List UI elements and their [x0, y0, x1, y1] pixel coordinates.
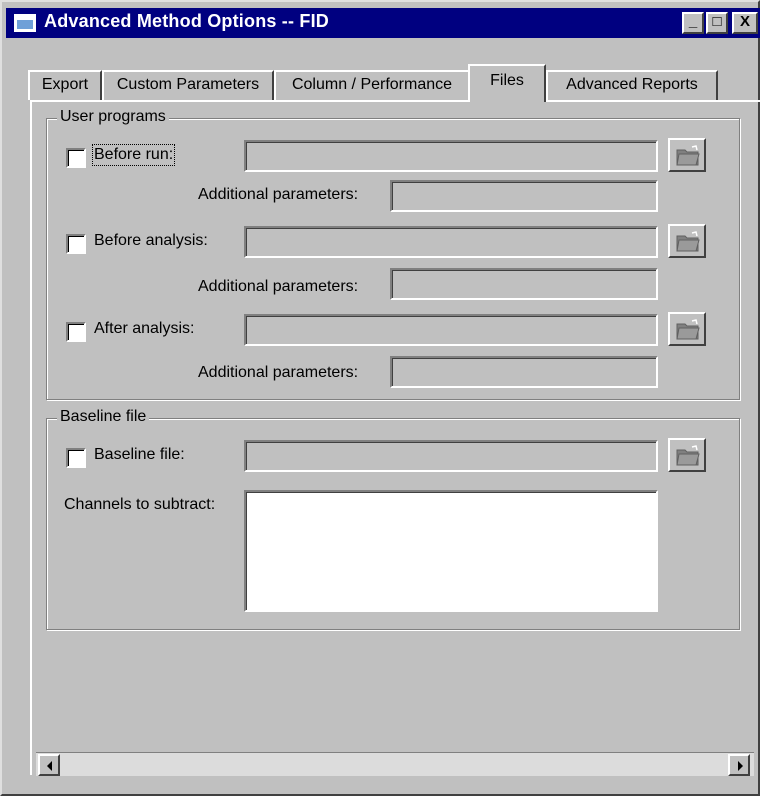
tab-label: Advanced Reports: [566, 76, 698, 93]
scroll-right-button[interactable]: [728, 754, 750, 776]
after-analysis-browse-button[interactable]: [668, 312, 706, 346]
minimize-icon: _: [688, 13, 698, 30]
baseline-file-path-field[interactable]: [244, 440, 658, 472]
baseline-file-label[interactable]: Baseline file:: [94, 446, 185, 464]
tab-label: Custom Parameters: [116, 76, 260, 93]
after-analysis-checkbox[interactable]: [66, 322, 86, 342]
window-title: Advanced Method Options -- FID: [44, 11, 329, 31]
folder-open-icon: [676, 145, 700, 166]
after-analysis-path-field[interactable]: [244, 314, 658, 346]
horizontal-scrollbar[interactable]: [36, 752, 754, 776]
tab-files[interactable]: Files: [468, 64, 546, 102]
before-run-path-field[interactable]: [244, 140, 658, 172]
tab-label: Column / Performance: [291, 76, 453, 93]
tab-strip: Export Custom Parameters Column / Perfor…: [2, 64, 760, 102]
tab-label: Export: [41, 76, 89, 93]
scroll-left-button[interactable]: [38, 754, 60, 776]
baseline-file-legend: Baseline file: [57, 408, 150, 426]
close-icon: X: [739, 13, 750, 30]
dialog-window: Advanced Method Options -- FID _ □ X Exp…: [0, 0, 760, 796]
tab-label: Files: [490, 72, 524, 89]
maximize-button[interactable]: □: [706, 12, 728, 34]
channels-to-subtract-label: Channels to subtract:: [64, 496, 216, 513]
maximize-icon: □: [712, 13, 722, 30]
window-icon: [14, 14, 36, 32]
close-button[interactable]: X: [732, 12, 758, 34]
before-analysis-label[interactable]: Before analysis:: [94, 232, 208, 250]
after-analysis-label[interactable]: After analysis:: [94, 320, 194, 338]
folder-open-icon: [676, 231, 700, 252]
before-analysis-params-field[interactable]: [390, 268, 658, 300]
before-analysis-browse-button[interactable]: [668, 224, 706, 258]
before-run-label[interactable]: Before run:: [91, 144, 176, 166]
minimize-button[interactable]: _: [682, 12, 704, 34]
tab-advanced-reports[interactable]: Advanced Reports: [546, 70, 718, 100]
before-analysis-checkbox[interactable]: [66, 234, 86, 254]
before-run-browse-button[interactable]: [668, 138, 706, 172]
title-bar[interactable]: Advanced Method Options -- FID _ □ X: [6, 8, 760, 38]
before-run-additional-label: Additional parameters:: [198, 186, 359, 203]
before-run-params-field[interactable]: [390, 180, 658, 212]
folder-open-icon: [676, 445, 700, 466]
tab-export[interactable]: Export: [28, 70, 102, 100]
arrow-right-icon: [738, 761, 743, 771]
arrow-left-icon: [47, 761, 52, 771]
after-analysis-additional-label: Additional parameters:: [198, 364, 359, 381]
folder-open-icon: [676, 319, 700, 340]
before-analysis-additional-label: Additional parameters:: [198, 278, 359, 295]
user-programs-legend: User programs: [57, 108, 169, 126]
after-analysis-params-field[interactable]: [390, 356, 658, 388]
channels-to-subtract-list[interactable]: [244, 490, 658, 612]
tab-column-performance[interactable]: Column / Performance: [274, 70, 470, 100]
before-run-checkbox[interactable]: [66, 148, 86, 168]
baseline-file-browse-button[interactable]: [668, 438, 706, 472]
baseline-file-checkbox[interactable]: [66, 448, 86, 468]
tab-custom-parameters[interactable]: Custom Parameters: [102, 70, 274, 100]
before-analysis-path-field[interactable]: [244, 226, 658, 258]
